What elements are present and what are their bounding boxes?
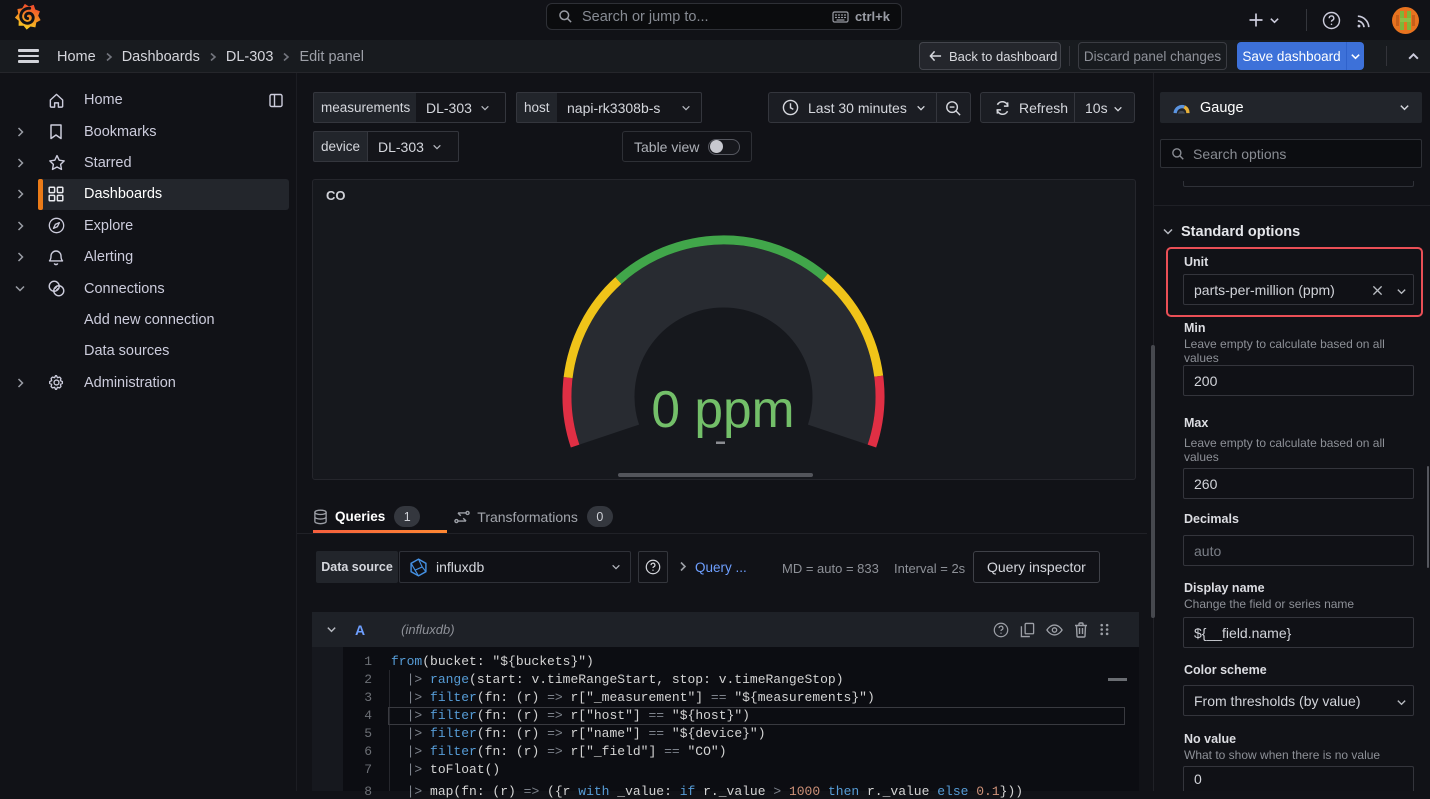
svg-text:0 ppm: 0 ppm: [651, 380, 794, 438]
